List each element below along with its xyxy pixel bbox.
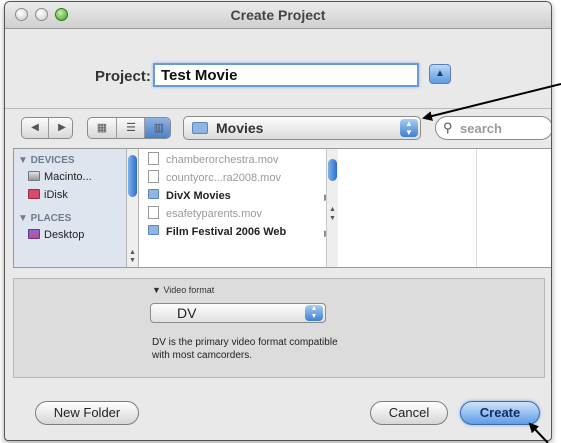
project-label: Project:: [95, 68, 151, 85]
description-line: with most camcorders.: [152, 350, 253, 361]
column-scrollbar[interactable]: ▲ ▼: [326, 149, 338, 267]
list-view-button[interactable]: ☰: [116, 118, 144, 138]
video-format-value: DV: [177, 305, 197, 321]
new-folder-button[interactable]: New Folder: [35, 401, 139, 425]
file-row[interactable]: countyorc...ra2008.mov: [148, 169, 281, 187]
back-button[interactable]: ◀: [22, 118, 48, 138]
scroll-thumb[interactable]: [128, 155, 137, 197]
sidebar-heading-devices: ▼ DEVICES: [18, 155, 75, 166]
movie-file-icon: [148, 206, 159, 219]
video-format-description: DV is the primary video format compatibl…: [152, 336, 432, 362]
create-project-dialog: Create Project Project: Test Movie ▲ ◀ ▶…: [4, 1, 552, 441]
list-icon: ☰: [126, 122, 136, 134]
columns-icon: ▥: [153, 122, 165, 134]
file-row[interactable]: esafetyparents.mov: [148, 205, 262, 223]
file-name: esafetyparents.mov: [166, 208, 262, 220]
forward-arrow-icon: ▶: [58, 122, 66, 133]
sidebar-item-macintosh[interactable]: Macinto...: [28, 171, 92, 183]
popup-arrows-icon: ▲ ▼: [400, 119, 418, 137]
desktop-icon: [28, 229, 40, 239]
sidebar-heading-places: ▼ PLACES: [18, 213, 72, 224]
disclosure-triangle-icon: ▼: [152, 285, 161, 295]
folder-icon: [192, 122, 208, 134]
folder-row[interactable]: Film Festival 2006 Web: [148, 223, 286, 241]
folder-row[interactable]: DivX Movies: [148, 187, 231, 205]
sidebar-item-label: Desktop: [44, 229, 85, 241]
title-bar: Create Project: [5, 2, 551, 29]
file-name: Film Festival 2006 Web: [166, 226, 287, 238]
location-popup[interactable]: Movies ▲ ▼: [183, 116, 421, 140]
collapse-browser-button[interactable]: ▲: [429, 64, 451, 84]
icon-view-button[interactable]: ▦: [88, 118, 116, 138]
folder-icon: [148, 225, 159, 235]
view-mode-buttons: ▦ ☰ ▥: [87, 117, 171, 139]
video-format-select[interactable]: DV ▲ ▼: [150, 303, 326, 323]
search-placeholder: search: [460, 121, 502, 136]
triangle-up-icon: ▲: [435, 68, 445, 79]
video-format-label: Video format: [163, 285, 215, 295]
create-button[interactable]: Create: [460, 401, 540, 425]
idisk-icon: [28, 189, 40, 199]
video-format-disclosure[interactable]: ▼ Video format: [152, 285, 214, 295]
sidebar: ▼ DEVICES Macinto... iDisk ▼ PLACES Desk…: [14, 149, 127, 267]
description-line: DV is the primary video format compatibl…: [152, 337, 338, 348]
sidebar-item-desktop[interactable]: Desktop: [28, 229, 84, 241]
file-row[interactable]: chamberorchestra.mov: [148, 151, 279, 169]
sidebar-item-label: Macinto...: [44, 171, 92, 183]
file-name: countyorc...ra2008.mov: [166, 172, 281, 184]
divider: [5, 108, 551, 109]
scroll-thumb[interactable]: [328, 159, 337, 181]
project-name-input[interactable]: Test Movie: [153, 63, 419, 87]
file-name: chamberorchestra.mov: [166, 154, 279, 166]
column-divider: [476, 149, 478, 267]
navigation-buttons: ◀ ▶: [21, 117, 73, 139]
forward-button[interactable]: ▶: [48, 118, 72, 138]
sidebar-scrollbar[interactable]: ▲ ▼: [127, 149, 139, 267]
search-field[interactable]: ⚲ search: [435, 116, 551, 140]
file-browser: ▼ DEVICES Macinto... iDisk ▼ PLACES Desk…: [13, 148, 551, 268]
popup-arrows-icon: ▲ ▼: [305, 305, 323, 321]
folder-icon: [148, 189, 159, 199]
sidebar-item-label: iDisk: [44, 189, 68, 201]
sidebar-item-idisk[interactable]: iDisk: [28, 189, 68, 201]
back-arrow-icon: ◀: [31, 122, 39, 133]
movie-file-icon: [148, 170, 159, 183]
grid-icon: ▦: [96, 122, 108, 134]
movie-file-icon: [148, 152, 159, 165]
file-name: DivX Movies: [166, 190, 231, 202]
scroll-arrows-icon[interactable]: ▲ ▼: [128, 249, 137, 265]
column-view-button[interactable]: ▥: [144, 118, 170, 138]
location-name: Movies: [216, 120, 264, 136]
hard-disk-icon: [28, 171, 40, 181]
file-column: chamberorchestra.mov countyorc...ra2008.…: [144, 149, 332, 267]
window-title: Create Project: [230, 7, 326, 23]
video-format-panel: ▼ Video format DV ▲ ▼ DV is the primary v…: [13, 278, 545, 378]
search-icon: ⚲: [443, 120, 453, 135]
cancel-button[interactable]: Cancel: [370, 401, 448, 425]
scroll-arrows-icon[interactable]: ▲ ▼: [328, 205, 337, 223]
